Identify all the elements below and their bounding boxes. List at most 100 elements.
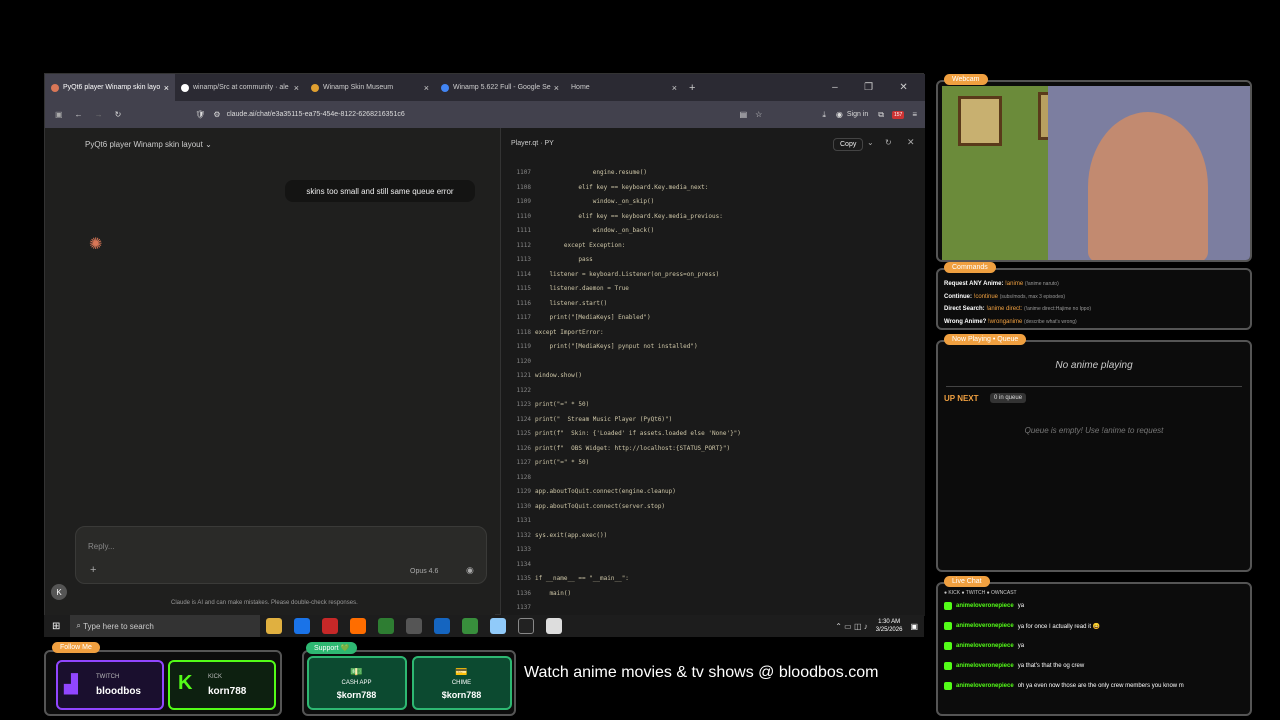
- queue-empty-text: Queue is empty! Use !anime to request: [1024, 426, 1164, 435]
- code-line: 1127 print("=" * 50): [516, 459, 590, 466]
- commands-title: Commands: [944, 262, 996, 273]
- nav-bar: ▣ ← → ↻ 🛡 ⚙ claude.ai/chat/e3a35115-ea75…: [45, 101, 925, 128]
- reader-icon[interactable]: ▤: [740, 110, 748, 119]
- command-row: Request ANY Anime: !anime (!anime naruto…: [944, 281, 1059, 287]
- notification-icon[interactable]: ▣: [910, 622, 918, 631]
- code-line: 1131: [516, 517, 531, 524]
- code-line: 1118 except ImportError:: [516, 328, 604, 336]
- cash-icon: 💵: [350, 666, 363, 678]
- code-line: 1129 app.aboutToQuit.connect(engine.clean…: [516, 488, 676, 495]
- obs-icon[interactable]: [406, 618, 423, 634]
- close-icon[interactable]: ✕: [899, 82, 907, 93]
- chat-message: animeloveronepiece ya: [944, 596, 1244, 616]
- windows-start-icon[interactable]: ⊞: [52, 621, 60, 632]
- twitch-card[interactable]: ▟ TWITCH bloodbos: [56, 660, 164, 710]
- twitch-name: bloodbos: [96, 686, 141, 697]
- code-block: 1107 engine.resume() 1108 elif key == key…: [503, 166, 921, 610]
- taskbar-search[interactable]: ⌕ Type here to search: [70, 615, 261, 637]
- tray-icons[interactable]: ⌃ ▭ ◫ ♪: [835, 622, 868, 631]
- live-chat-panel: ● KICK ● TWITCH ● OWNCAST animeloveronep…: [936, 582, 1252, 716]
- kick-icon: [944, 622, 952, 630]
- extensions-icon[interactable]: ⧉: [878, 110, 884, 120]
- chat-message: animeloveronepiece ya for once I actually…: [944, 616, 1244, 636]
- webcam-panel: [936, 80, 1252, 262]
- refresh-icon[interactable]: ↻: [885, 138, 892, 147]
- copy-button[interactable]: Copy: [833, 138, 864, 151]
- github-icon: [181, 83, 189, 92]
- tab-claude[interactable]: PyQt6 player Winamp skin layo ×: [45, 74, 175, 101]
- site-info-icon[interactable]: ⚙: [213, 110, 220, 119]
- tab-github[interactable]: winamp/Src at community · ale ×: [175, 74, 305, 101]
- app-icon[interactable]: [546, 618, 563, 634]
- app-icon[interactable]: [322, 618, 339, 634]
- google-icon: [441, 83, 449, 92]
- firefox-icon[interactable]: [350, 618, 367, 634]
- reply-input[interactable]: Reply...: [88, 542, 115, 551]
- close-tab-icon[interactable]: ×: [672, 83, 677, 93]
- tab-bar: PyQt6 player Winamp skin layo × winamp/Sr…: [45, 74, 925, 101]
- menu-icon[interactable]: ≡: [912, 110, 917, 119]
- terminal-icon[interactable]: [518, 618, 535, 634]
- forward-icon[interactable]: →: [95, 110, 103, 119]
- close-tab-icon[interactable]: ×: [424, 83, 429, 93]
- chat-message: animeloveronepiece oh ya even now those a…: [944, 676, 1244, 696]
- address-bar[interactable]: claude.ai/chat/e3a35115-ea75-454e-8122-6…: [227, 111, 405, 118]
- app-icon[interactable]: [490, 618, 507, 634]
- sidebar-toggle-icon[interactable]: ▣: [55, 110, 63, 119]
- code-line: 1109 window._on_skip(): [516, 198, 655, 205]
- close-tab-icon[interactable]: ×: [554, 83, 559, 93]
- close-tab-icon[interactable]: ×: [294, 83, 299, 93]
- taskbar: ⊞ ⌕ Type here to search ⌃ ▭ ◫ ♪ 1:30 AM 3…: [44, 615, 924, 637]
- file-explorer-icon[interactable]: [266, 618, 283, 634]
- voice-icon[interactable]: ◉: [466, 565, 474, 576]
- disclaimer: Claude is AI and can make mistakes. Plea…: [171, 600, 358, 606]
- notification-badge[interactable]: 157: [891, 110, 905, 119]
- shield-icon[interactable]: 🛡: [195, 110, 205, 119]
- download-icon[interactable]: ⤓: [822, 110, 826, 120]
- poster-image: [958, 96, 1002, 146]
- close-artifact-icon[interactable]: ✕: [907, 137, 915, 148]
- chevron-down-icon[interactable]: ⌄: [867, 138, 874, 147]
- code-line: 1117 print("[MediaKeys] Enabled"): [516, 314, 651, 321]
- app-icon[interactable]: [378, 618, 395, 634]
- tab-home[interactable]: Home ×: [565, 74, 683, 101]
- tab-google[interactable]: Winamp 5.622 Full - Google Se ×: [435, 74, 565, 101]
- new-tab-button[interactable]: +: [683, 74, 711, 101]
- tab-skin-museum[interactable]: Winamp Skin Museum ×: [305, 74, 435, 101]
- app-icon[interactable]: [462, 618, 479, 634]
- chat-title[interactable]: PyQt6 player Winamp skin layout ⌄: [85, 140, 212, 149]
- claude-spinner-icon: ✺: [89, 236, 103, 253]
- sign-in-button[interactable]: Sign in: [847, 111, 868, 118]
- code-line: 1135 if __name__ == "__main__":: [516, 575, 629, 582]
- reload-icon[interactable]: ↻: [115, 110, 122, 119]
- chat-message: animeloveronepiece ya: [944, 636, 1244, 656]
- cashapp-card[interactable]: 💵 CASH APP $korn788: [306, 656, 407, 710]
- model-selector[interactable]: Opus 4.6: [410, 568, 438, 575]
- queue-count-badge: 0 in queue: [990, 393, 1027, 403]
- restore-icon[interactable]: ❐: [864, 82, 873, 93]
- no-anime-text: No anime playing: [1055, 360, 1133, 371]
- kick-icon: K: [178, 672, 193, 694]
- code-line: 1119 print("[MediaKeys] pynput not insta…: [516, 343, 698, 350]
- app-icon[interactable]: [434, 618, 451, 634]
- webcam-face: [1088, 112, 1208, 260]
- up-next-label: UP NEXT: [944, 394, 979, 403]
- webcam-title: Webcam: [944, 74, 988, 85]
- window-controls: – ❐ ✕: [815, 74, 925, 101]
- minimize-icon[interactable]: –: [832, 82, 838, 93]
- bookmark-star-icon[interactable]: ☆: [755, 110, 762, 119]
- account-icon[interactable]: ◉: [836, 110, 843, 119]
- chevron-down-icon: ⌄: [205, 140, 212, 149]
- code-line: 1112 except Exception:: [516, 241, 626, 249]
- back-icon[interactable]: ←: [75, 110, 83, 119]
- close-tab-icon[interactable]: ×: [164, 83, 169, 93]
- claude-icon: [51, 83, 59, 92]
- clock[interactable]: 1:30 AM 3/25/2026: [876, 618, 903, 634]
- edge-icon[interactable]: [294, 618, 311, 634]
- add-attachment-icon[interactable]: +: [90, 564, 96, 576]
- kick-card[interactable]: K KICK korn788: [168, 660, 276, 710]
- code-line: 1110 elif key == keyboard.Key.media_prev…: [516, 212, 723, 220]
- avatar[interactable]: K: [51, 584, 67, 600]
- chat-messages: animeloveronepiece ya animeloveronepiece ya…: [944, 596, 1244, 696]
- chime-card[interactable]: 💳 CHIME $korn788: [411, 656, 512, 710]
